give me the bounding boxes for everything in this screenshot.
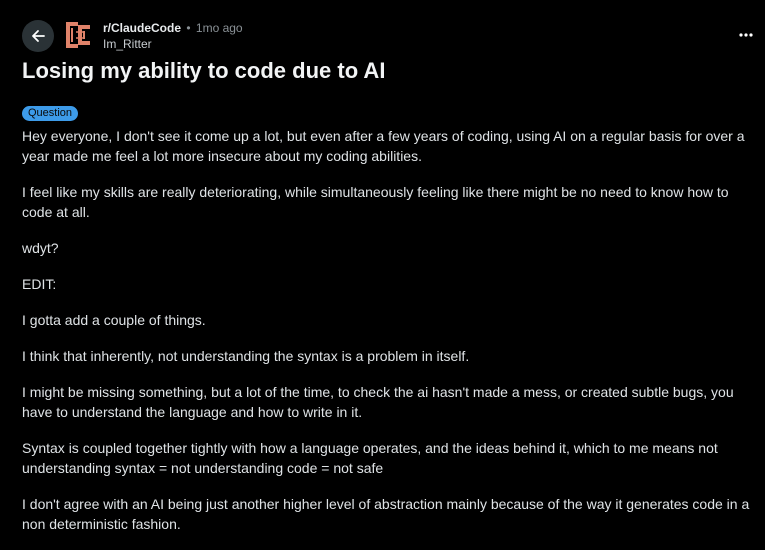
body-paragraph: I don't agree with an AI being just anot… — [22, 496, 750, 532]
more-options-button[interactable] — [733, 24, 759, 46]
body-paragraph: wdyt? — [22, 240, 59, 256]
body-paragraph: I might be missing something, but a lot … — [22, 384, 734, 420]
body-paragraph: Hey everyone, I don't see it come up a l… — [22, 128, 745, 164]
meta-separator: • — [186, 21, 191, 35]
body-paragraph: I feel like my skills are really deterio… — [22, 184, 729, 220]
subreddit-logo — [66, 22, 90, 48]
claudecode-subreddit-icon[interactable] — [64, 20, 94, 50]
post-flair[interactable]: Question — [22, 106, 79, 121]
more-options-icon — [739, 33, 753, 37]
post-time: 1mo ago — [195, 21, 243, 35]
subreddit-line: r/ClaudeCode • 1mo ago — [103, 20, 243, 36]
back-button[interactable] — [22, 20, 54, 52]
post-title: Losing my ability to code due to AI — [22, 58, 386, 83]
body-paragraph: I gotta add a couple of things. — [22, 312, 206, 328]
post-meta: r/ClaudeCode • 1mo ago Im_Ritter — [103, 20, 243, 52]
post-header: r/ClaudeCode • 1mo ago Im_Ritter — [0, 0, 765, 56]
arrow-left-icon — [32, 30, 45, 42]
subreddit-name[interactable]: r/ClaudeCode — [103, 21, 181, 35]
body-paragraph: Syntax is coupled together tightly with … — [22, 440, 718, 476]
post-body: Hey everyone, I don't see it come up a l… — [22, 126, 762, 550]
body-paragraph: EDIT: — [22, 276, 57, 292]
body-paragraph: I think that inherently, not understandi… — [22, 348, 470, 364]
author-name[interactable]: Im_Ritter — [103, 36, 243, 52]
